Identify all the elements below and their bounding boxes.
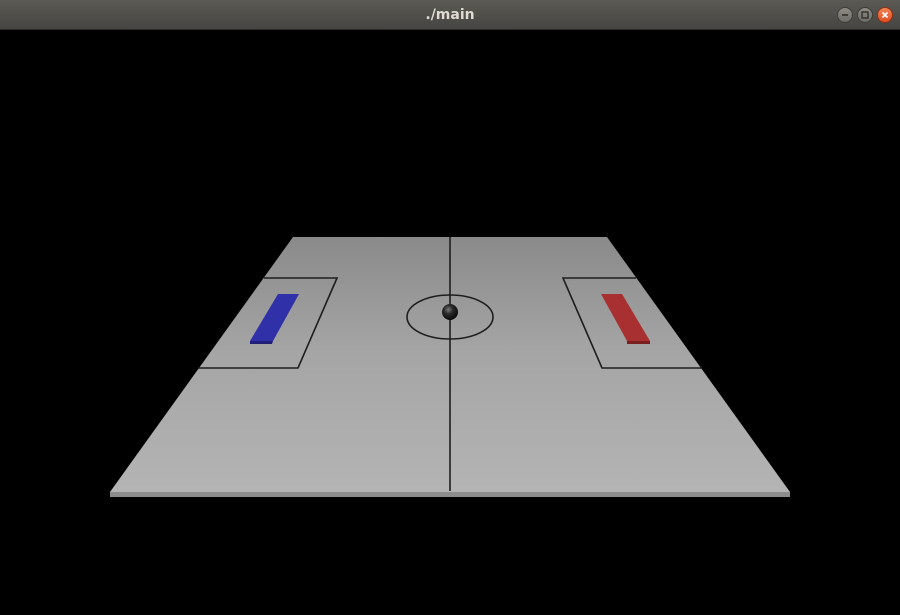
ball	[442, 304, 458, 320]
right-paddle-side	[627, 341, 650, 344]
field-edge	[110, 492, 790, 497]
minimize-button[interactable]	[837, 7, 853, 23]
game-scene	[110, 237, 790, 497]
title-bar[interactable]: ./main	[0, 0, 900, 30]
left-paddle-side	[250, 341, 273, 344]
app-window: ./main	[0, 0, 900, 610]
game-viewport[interactable]	[0, 30, 900, 610]
maximize-button[interactable]	[857, 7, 873, 23]
maximize-icon	[861, 11, 869, 19]
minimize-icon	[842, 14, 848, 16]
window-title: ./main	[425, 7, 475, 23]
close-button[interactable]	[877, 7, 893, 23]
close-icon	[881, 11, 889, 19]
